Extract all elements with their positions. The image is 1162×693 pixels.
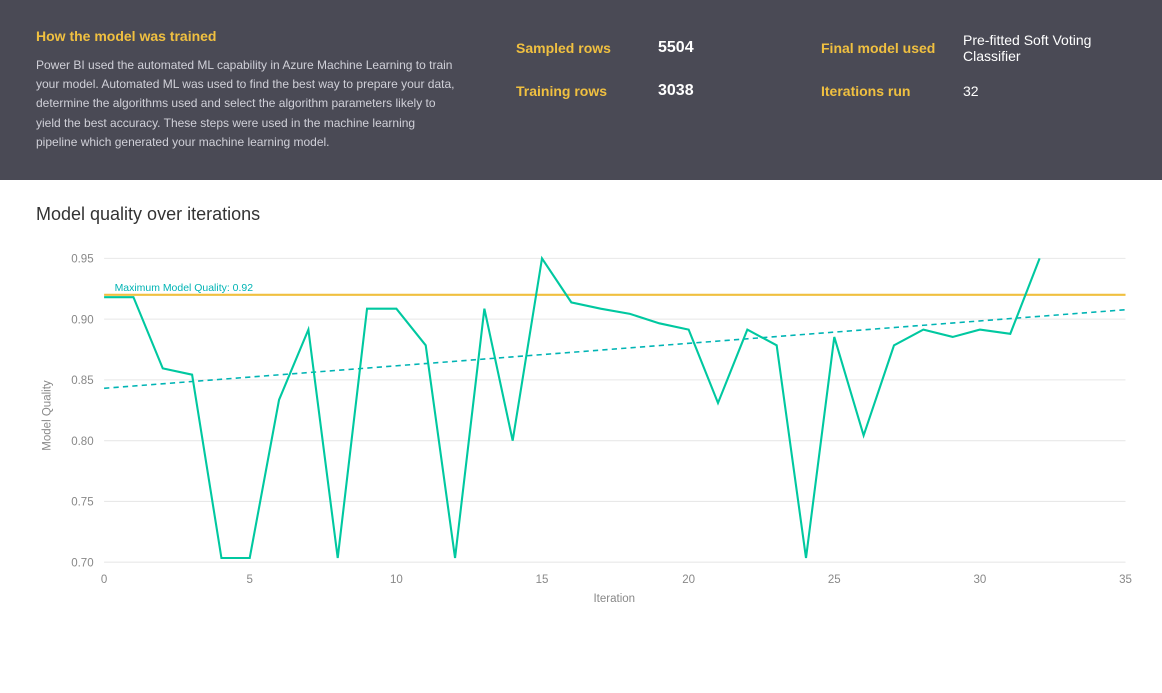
iterations-value: 32 [963,83,979,99]
trend-line [104,310,1125,389]
sampled-rows-value: 5504 [658,39,718,57]
chart-container: 0.95 0.90 0.85 0.80 0.75 0.70 0 5 10 15 [36,241,1116,621]
svg-text:Model Quality: Model Quality [42,380,54,451]
svg-text:10: 10 [390,574,403,586]
svg-text:0: 0 [101,574,107,586]
x-axis-group: 0 5 10 15 20 25 30 35 Iteration [101,574,1132,605]
training-rows-item: Training rows 3038 [516,82,821,100]
svg-text:5: 5 [247,574,253,586]
final-model-label: Final model used [821,40,951,56]
stats-row-2: Training rows 3038 Iterations run 32 [516,82,1126,100]
final-model-item: Final model used Pre-fitted Soft Voting … [821,32,1126,64]
svg-text:30: 30 [973,574,986,586]
stats-block: Sampled rows 5504 Final model used Pre-f… [516,28,1126,100]
training-rows-value: 3038 [658,82,718,100]
description-block: How the model was trained Power BI used … [36,28,456,152]
description-text: Power BI used the automated ML capabilit… [36,56,456,152]
description-title: How the model was trained [36,28,456,44]
training-rows-label: Training rows [516,83,646,99]
svg-text:0.80: 0.80 [71,436,93,448]
svg-text:0.85: 0.85 [71,375,93,387]
final-model-value: Pre-fitted Soft Voting Classifier [963,32,1126,64]
stats-row-1: Sampled rows 5504 Final model used Pre-f… [516,32,1126,64]
svg-text:35: 35 [1119,574,1132,586]
svg-text:0.95: 0.95 [71,254,93,266]
sampled-rows-item: Sampled rows 5504 [516,39,821,57]
svg-text:25: 25 [828,574,841,586]
iterations-label: Iterations run [821,83,951,99]
bottom-panel: Model quality over iterations 0.95 0.90 … [0,180,1162,631]
sampled-rows-label: Sampled rows [516,40,646,56]
svg-text:0.70: 0.70 [71,557,93,569]
iterations-item: Iterations run 32 [821,83,1126,99]
chart-svg: 0.95 0.90 0.85 0.80 0.75 0.70 0 5 10 15 [36,241,1136,611]
svg-text:Iteration: Iteration [593,593,635,605]
data-line [104,258,1040,558]
y-axis-group: 0.95 0.90 0.85 0.80 0.75 0.70 [71,254,1125,570]
chart-title: Model quality over iterations [36,204,1126,225]
svg-text:20: 20 [682,574,695,586]
top-panel: How the model was trained Power BI used … [0,0,1162,180]
svg-text:0.90: 0.90 [71,314,93,326]
svg-text:15: 15 [536,574,549,586]
max-quality-label: Maximum Model Quality: 0.92 [115,283,254,294]
svg-text:0.75: 0.75 [71,497,93,509]
